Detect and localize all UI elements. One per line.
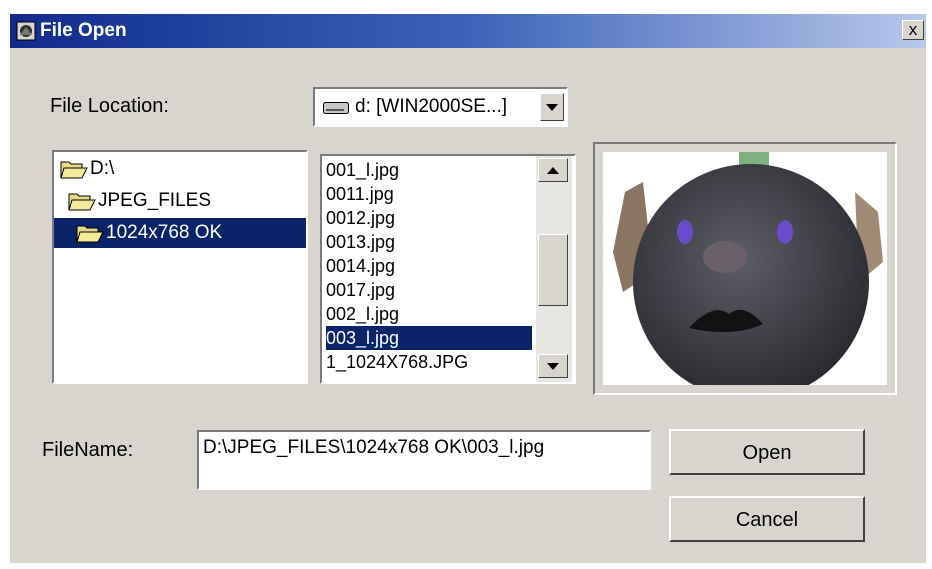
chevron-up-icon <box>547 167 559 174</box>
folder-open-icon <box>60 161 88 179</box>
list-item[interactable]: 002_l.jpg <box>326 302 532 326</box>
list-item[interactable]: 001_l.jpg <box>326 158 532 182</box>
tree-item-drive[interactable]: D:\ <box>60 154 260 184</box>
close-button[interactable]: x <box>902 20 924 40</box>
file-list-scrollbar[interactable] <box>536 156 572 382</box>
chevron-down-icon <box>547 363 559 370</box>
filename-input[interactable]: D:\JPEG_FILES\1024x768 OK\003_l.jpg <box>197 430 651 490</box>
file-location-value: d: [WIN2000SE...] <box>355 96 508 117</box>
scroll-down-button[interactable] <box>538 354 568 378</box>
title-bar[interactable]: File Open x <box>10 14 926 48</box>
tree-item-label: D:\ <box>90 158 115 179</box>
list-item[interactable]: 0011.jpg <box>326 182 532 206</box>
tree-item-jpeg-files[interactable]: JPEG_FILES <box>68 186 288 216</box>
file-open-dialog: File Open x File Location: d: [WIN2000SE… <box>10 14 926 563</box>
preview-picture <box>603 152 887 385</box>
folder-open-icon <box>68 193 96 211</box>
chevron-down-icon <box>546 104 558 111</box>
app-icon <box>16 21 36 41</box>
list-item[interactable]: 0014.jpg <box>326 254 532 278</box>
folder-open-icon <box>76 225 104 243</box>
window-title: File Open <box>40 20 127 41</box>
folder-tree[interactable]: D:\ JPEG_FILES 1024x768 OK <box>52 150 308 384</box>
cancel-button[interactable]: Cancel <box>669 496 865 542</box>
file-list[interactable]: 001_l.jpg 0011.jpg 0012.jpg 0013.jpg 001… <box>320 154 576 384</box>
filename-label: FileName: <box>42 439 134 461</box>
scroll-up-button[interactable] <box>538 158 568 182</box>
drive-icon <box>323 102 349 114</box>
dropdown-arrow-button[interactable] <box>540 93 564 121</box>
file-location-dropdown[interactable]: d: [WIN2000SE...] <box>313 87 568 127</box>
scroll-thumb[interactable] <box>538 234 568 306</box>
list-item-selected[interactable]: 003_l.jpg <box>326 326 532 350</box>
file-location-label: File Location: <box>50 95 169 117</box>
list-item[interactable]: 0012.jpg <box>326 206 532 230</box>
image-preview-frame <box>593 142 897 395</box>
image-preview <box>603 152 887 385</box>
tree-item-label: 1024x768 OK <box>106 222 223 243</box>
filename-value: D:\JPEG_FILES\1024x768 OK\003_l.jpg <box>203 437 545 458</box>
tree-item-label: JPEG_FILES <box>98 190 211 211</box>
list-item[interactable]: 1_1024X768.JPG <box>326 350 532 374</box>
list-item[interactable]: 0013.jpg <box>326 230 532 254</box>
tree-item-1024x768-ok[interactable]: 1024x768 OK <box>54 218 306 248</box>
list-item[interactable]: 0017.jpg <box>326 278 532 302</box>
open-button[interactable]: Open <box>669 429 865 475</box>
